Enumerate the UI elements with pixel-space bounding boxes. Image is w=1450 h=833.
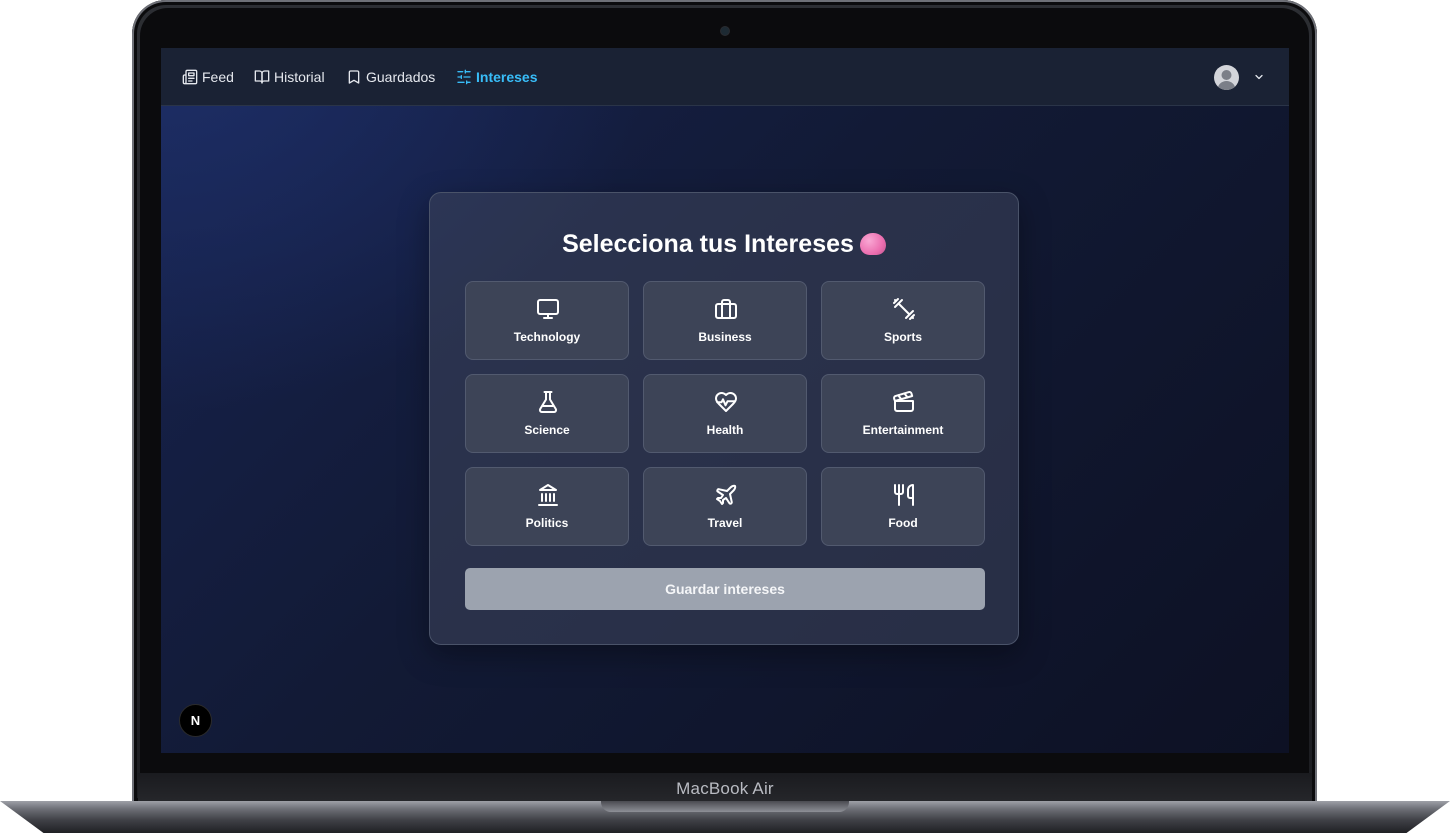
category-label: Travel xyxy=(707,516,743,530)
category-label: Sports xyxy=(883,330,922,344)
brain-emoji-icon xyxy=(859,233,886,255)
category-label: Technology xyxy=(513,330,581,344)
category-label: Food xyxy=(888,516,918,530)
nav-intereses[interactable]: Intereses xyxy=(456,67,537,87)
nav-historial[interactable]: Historial xyxy=(254,67,325,87)
category-science[interactable]: Science xyxy=(465,374,629,453)
page-title-text: Selecciona tus Intereses xyxy=(562,230,854,258)
app-screen: Feed Historial Guardados Intereses Selec… xyxy=(161,48,1289,753)
category-technology[interactable]: Technology xyxy=(465,281,629,360)
chevron-down-icon[interactable] xyxy=(1253,71,1265,83)
clapperboard-icon xyxy=(893,391,914,412)
category-label: Health xyxy=(706,423,744,437)
category-label: Science xyxy=(524,423,570,437)
dev-indicator-badge[interactable]: N xyxy=(179,704,212,737)
dumbbell-icon xyxy=(893,298,915,320)
nav-guardados-label: Guardados xyxy=(366,69,436,85)
monitor-icon xyxy=(537,299,559,319)
laptop-chin: MacBook Air xyxy=(138,773,1312,803)
nav-feed-label: Feed xyxy=(202,69,234,85)
category-label: Politics xyxy=(525,516,569,530)
sliders-icon xyxy=(457,69,471,85)
nav-intereses-label: Intereses xyxy=(476,69,538,85)
plane-icon xyxy=(716,484,737,505)
category-health[interactable]: Health xyxy=(643,374,807,453)
utensils-icon xyxy=(894,484,914,506)
briefcase-icon xyxy=(715,299,737,319)
category-label: Business xyxy=(698,330,752,344)
nav-feed[interactable]: Feed xyxy=(182,67,234,87)
flask-icon xyxy=(538,391,558,413)
category-sports[interactable]: Sports xyxy=(821,281,985,360)
category-food[interactable]: Food xyxy=(821,467,985,546)
avatar-silhouette xyxy=(1217,70,1236,90)
top-navbar: Feed Historial Guardados Intereses xyxy=(161,48,1289,106)
newspaper-icon xyxy=(182,69,198,85)
category-politics[interactable]: Politics xyxy=(465,467,629,546)
laptop-notch xyxy=(601,801,849,812)
device-label: MacBook Air xyxy=(676,779,774,798)
save-interests-button[interactable]: Guardar intereses xyxy=(465,568,985,610)
book-open-icon xyxy=(254,70,270,84)
nav-historial-label: Historial xyxy=(274,69,325,85)
page-title: Selecciona tus Intereses xyxy=(430,230,1018,259)
category-label: Entertainment xyxy=(862,423,944,437)
heart-pulse-icon xyxy=(715,392,737,412)
bookmark-icon xyxy=(348,70,360,84)
camera-icon xyxy=(721,27,729,35)
category-entertainment[interactable]: Entertainment xyxy=(821,374,985,453)
landmark-icon xyxy=(538,484,558,506)
category-business[interactable]: Business xyxy=(643,281,807,360)
nav-guardados[interactable]: Guardados xyxy=(346,67,435,87)
interests-card: Selecciona tus Intereses Technology Busi… xyxy=(429,192,1019,645)
user-avatar-icon[interactable] xyxy=(1214,65,1239,90)
category-travel[interactable]: Travel xyxy=(643,467,807,546)
